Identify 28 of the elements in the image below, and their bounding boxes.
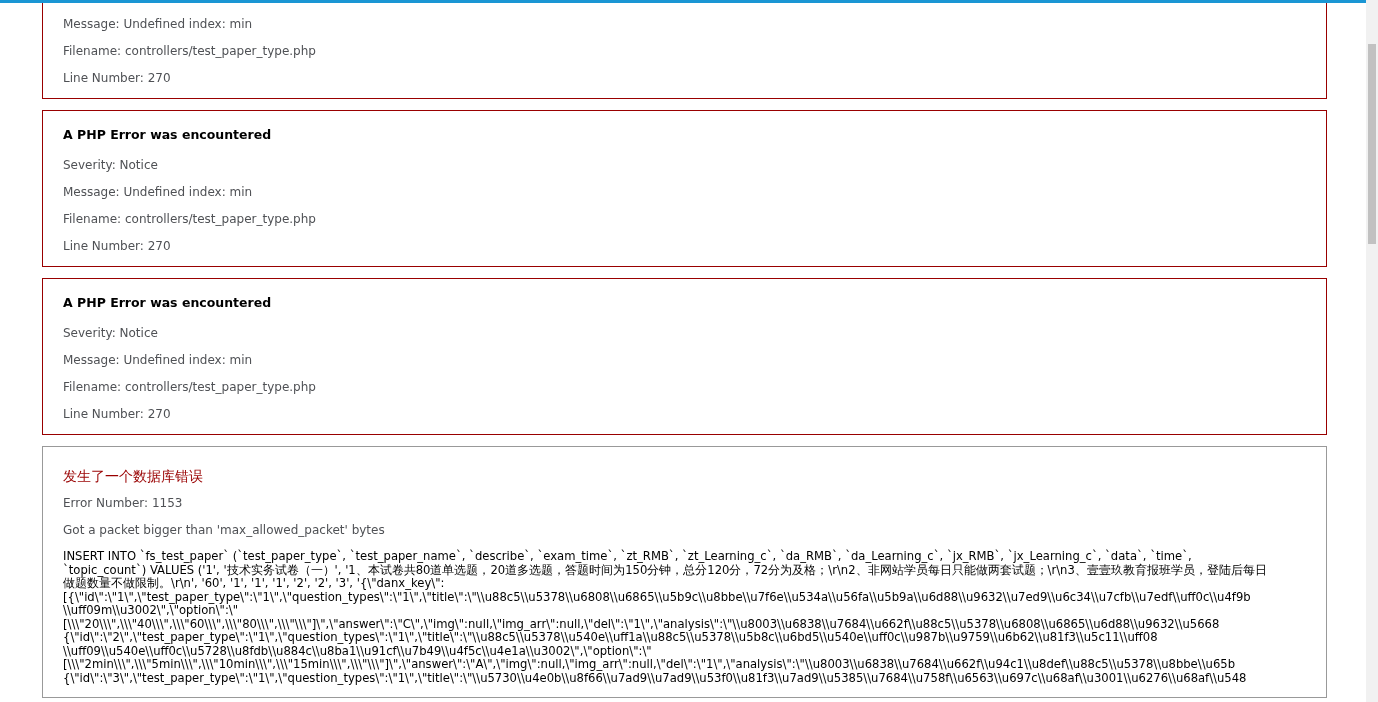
error-line: Severity: Notice (63, 326, 159, 341)
error-line: Line Number: 270 (63, 71, 172, 86)
sql-query-line: 做题数量不做限制。\r\n', '60', '1', '1', '1', '2', '2', '3', '{\"danx_key\": (63, 577, 446, 591)
sql-query-line: [{\"id\":\"1\",\"test_paper_type\":\"1\",\"question_types\":\"1\",\"title\":\"\\u88c5\\u5378\\u6808\\u6865\\u5b9c\\u8bbe\\u7f6e\\u534a\\u56fa\\u5b9a\\u6d88\\u9632\\u7ed9\\u6c34\\u7cfb\\u7edf\\uff0c\\u4f9b (63, 590, 1252, 604)
sql-query-line: INSERT INTO `fs_test_paper` (`test_paper_type`, `test_paper_name`, `describe`, `exam_time`, `zt_RMB`, `zt_Learning_c`, `da_RMB`, `da_Learning_c`, `jx_RMB`, `jx_Learning_c`, `data`, `time`, (63, 550, 1193, 563)
error-line: Filename: controllers/test_paper_type.php (63, 44, 317, 59)
error-heading: A PHP Error was encountered (63, 295, 273, 310)
error-line: Got a packet bigger than 'max_allowed_packet' bytes (63, 523, 386, 538)
error-heading: A PHP Error was encountered (63, 127, 273, 142)
sql-query-line: `topic_count`) VALUES ('1', '技术实务试卷（一）', '1、本试卷共80道单选题，20道多选题，答题时间为150分钟，总分120分，72分为及格；\r\n2、非网站学员每日只能做两套试题；\r\n3、壹壹玖教育报班学员，登陆后每日 (63, 563, 1268, 577)
error-line: Message: Undefined index: min (63, 185, 254, 200)
error-line: Severity: Notice (63, 158, 159, 173)
error-line: Message: Undefined index: min (63, 17, 254, 32)
sql-query-line: {\"id\":\"2\",\"test_paper_type\":\"1\",\"question_types\":\"1\",\"title\":\"\\u88c5\\u5378\\u540e\\uff1a\\u88c5\\u5378\\u5b8c\\u6bd5\\u540e\\uff0c\\u987b\\u9759\\u6b62\\u81f3\\u5c11\\uff08 (63, 631, 1158, 645)
sql-query-line: [\\\"20\\\",\\\"40\\\",\\\"60\\\",\\\"80\\\",\\\"\\\"]\",\"answer\":\"C\",\"img\":null,\"img_arr\":null,\"del\":\"1\",\"analysis\":\"\\u8003\\u6838\\u7684\\u662f\\u88c5\\u5378\\u6808\\u6865\\u6d88\\u9632\\u5668 (63, 617, 1221, 631)
scrollbar[interactable] (1366, 0, 1378, 702)
error-line: Message: Undefined index: min (63, 353, 254, 368)
sql-query-line: {\"id\":\"3\",\"test_paper_type\":\"1\",\"question_types\":\"1\",\"title\":\"\\u5730\\u4e0b\\u8f66\\u7ad9\\u7ad9\\u53f0\\u81f3\\u7ad9\\u5385\\u7684\\u758f\\u6563\\u697c\\u68af\\u3001\\u6276\\u68af\\u548 (63, 671, 1248, 685)
sql-query-line: [\\\"2min\\\",\\\"5min\\\",\\\"10min\\\",\\\"15min\\\",\\\"\\\"]\",\"answer\":\"A\",\"img\":null,\"img_arr\":null,\"del\":\"1\",\"analysis\":\"\\u8003\\u6838\\u7684\\u662f\\u94c1\\u8def\\u88c5\\u5378\\u8bbe\\u65b (63, 658, 1236, 672)
error-line: Line Number: 270 (63, 239, 172, 254)
error-line: Error Number: 1153 (63, 496, 184, 511)
database-error-heading: 发生了一个数据库错误 (63, 468, 204, 484)
error-line: Filename: controllers/test_paper_type.php (63, 380, 317, 395)
scrollbar-thumb[interactable] (1368, 44, 1376, 244)
error-line: Line Number: 270 (63, 407, 172, 422)
sql-query-line: \\uff09\\u540e\\uff0c\\u5728\\u8fdb\\u884c\\u8ba1\\u91cf\\u7b49\\u4f5c\\u4e1a\\u3002\",\"option\":\" (63, 644, 652, 658)
error-line: Filename: controllers/test_paper_type.php (63, 212, 317, 227)
sql-query-line: \\uff09m\\u3002\",\"option\":\" (63, 604, 239, 618)
